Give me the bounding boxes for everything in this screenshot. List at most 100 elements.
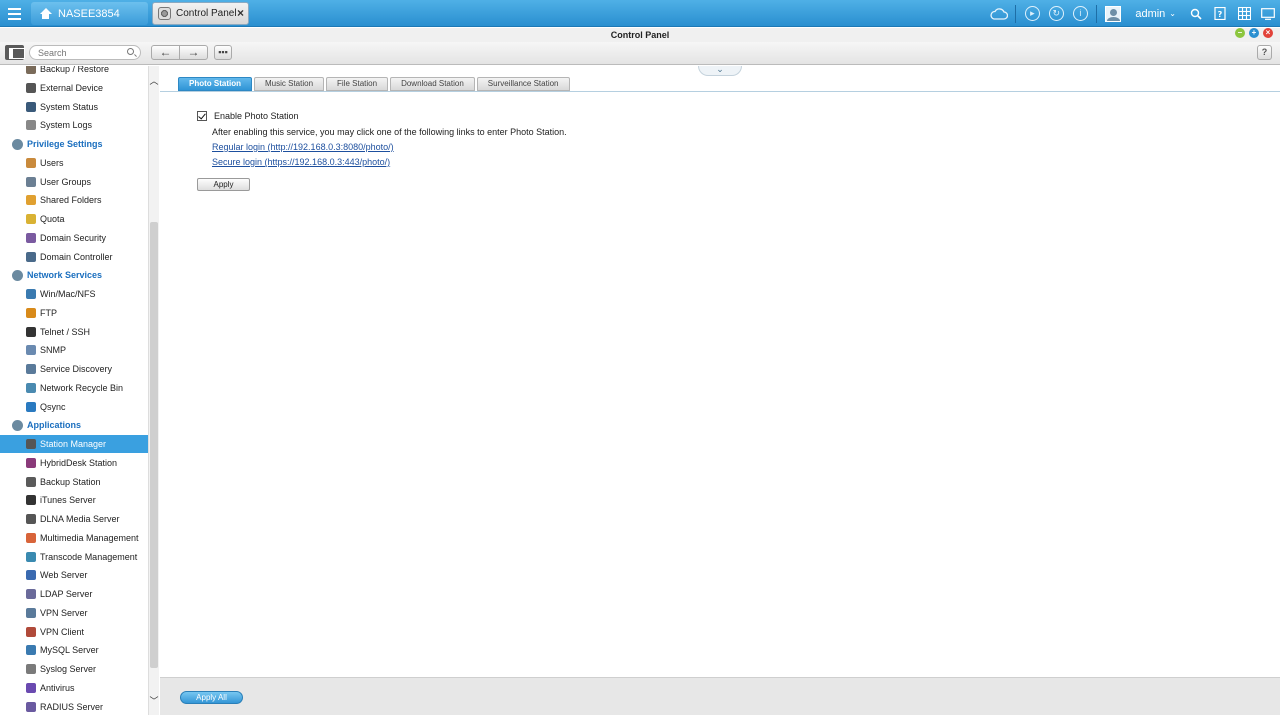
svg-text:?: ? [1218, 10, 1223, 19]
sidebar-item-users[interactable]: Users [0, 154, 148, 172]
sidebar-item-external-device[interactable]: External Device [0, 79, 148, 97]
toolbar: ← → ▪▪▪ ? [0, 42, 1280, 65]
sidebar-item-backup-restore[interactable]: Backup / Restore [0, 66, 148, 78]
sidebar-item-transcode-management[interactable]: Transcode Management [0, 548, 148, 566]
home-tab[interactable]: NASEE3854 [31, 2, 148, 25]
minimize-icon[interactable]: – [1235, 28, 1245, 38]
telnet-ssh-icon [26, 326, 36, 337]
sidebar-item-backup-station[interactable]: Backup Station [0, 473, 148, 491]
sidebar-item-shared-folders[interactable]: Shared Folders [0, 191, 148, 209]
sidebar-item-qsync[interactable]: Qsync [0, 398, 148, 416]
transcode-management-icon [26, 551, 36, 562]
sidebar-item-web-server[interactable]: Web Server [0, 566, 148, 584]
sidebar-category-applications[interactable]: Applications [0, 416, 148, 434]
tab-file-station[interactable]: File Station [326, 77, 389, 91]
scroll-thumb[interactable] [150, 222, 158, 668]
sidebar-item-antivirus[interactable]: Antivirus [0, 679, 148, 697]
enable-photo-station-row: Enable Photo Station [197, 111, 567, 121]
sidebar-item-hybriddesk-station[interactable]: HybridDesk Station [0, 454, 148, 472]
itunes-server-icon [26, 495, 36, 506]
sidebar-category-privilege-settings[interactable]: Privilege Settings [0, 135, 148, 153]
sidebar-item-label: RADIUS Server [40, 701, 104, 712]
sidebar-item-win-mac-nfs[interactable]: Win/Mac/NFS [0, 285, 148, 303]
home-icon [39, 7, 52, 20]
user-name[interactable]: admin [1125, 8, 1169, 20]
refresh-icon[interactable]: ↻ [1044, 0, 1068, 27]
sidebar-item-multimedia-management[interactable]: Multimedia Management [0, 529, 148, 547]
sidebar-item-service-discovery[interactable]: Service Discovery [0, 360, 148, 378]
tab-photo-station[interactable]: Photo Station [178, 77, 252, 91]
sidebar-item-radius-server[interactable]: RADIUS Server [0, 698, 148, 715]
tab-download-station[interactable]: Download Station [390, 77, 475, 91]
search-input[interactable] [29, 45, 141, 60]
apply-button[interactable]: Apply [197, 178, 250, 191]
user-avatar[interactable] [1101, 0, 1125, 27]
scroll-down-icon[interactable]: ﹀ [149, 694, 159, 707]
maximize-icon[interactable]: + [1249, 28, 1259, 38]
qsync-icon [26, 401, 36, 412]
station-manager-icon [26, 439, 36, 449]
web-server-icon [26, 570, 36, 581]
sidebar-item-domain-controller[interactable]: Domain Controller [0, 248, 148, 266]
menu-icon[interactable] [0, 0, 28, 27]
info-icon[interactable]: i [1068, 0, 1092, 27]
avatar-icon [1105, 5, 1122, 22]
grid-icon[interactable] [1232, 0, 1256, 27]
station-tabs: Photo Station Music Station File Station… [178, 77, 570, 91]
search-icon[interactable] [1184, 0, 1208, 27]
back-button[interactable]: ← [151, 45, 180, 60]
sidebar-item-label: iTunes Server [40, 495, 96, 506]
background-task-icon[interactable]: ▸ [1020, 0, 1044, 27]
close-window-icon[interactable]: × [1263, 28, 1273, 38]
sidebar-item-telnet-ssh[interactable]: Telnet / SSH [0, 323, 148, 341]
secure-login-link[interactable]: Secure login (https://192.168.0.3:443/ph… [212, 157, 567, 167]
control-panel-tab[interactable]: Control Panel × [152, 2, 249, 25]
win-mac-nfs-icon [26, 289, 36, 299]
help-icon[interactable]: ? [1208, 0, 1232, 27]
sidebar-item-user-groups[interactable]: User Groups [0, 173, 148, 191]
sidebar-item-syslog-server[interactable]: Syslog Server [0, 660, 148, 678]
shared-folders-icon [26, 195, 36, 206]
sidebar-item-vpn-client[interactable]: VPN Client [0, 623, 148, 641]
top-bar: NASEE3854 Control Panel × ▸ ↻ i admin ⌄ … [0, 0, 1280, 27]
sidebar-item-label: SNMP [40, 345, 67, 356]
sidebar-toggle-icon[interactable] [5, 45, 25, 60]
close-tab-icon[interactable]: × [237, 7, 244, 19]
sidebar-item-quota[interactable]: Quota [0, 210, 148, 228]
cloud-icon[interactable] [987, 0, 1011, 27]
sidebar-scrollbar[interactable]: ︿ ﹀ [148, 66, 159, 715]
sidebar-item-vpn-server[interactable]: VPN Server [0, 604, 148, 622]
search-icon[interactable] [127, 48, 134, 55]
sidebar-item-domain-security[interactable]: Domain Security [0, 229, 148, 247]
vpn-client-icon [26, 626, 36, 637]
sidebar-item-mysql-server[interactable]: MySQL Server [0, 641, 148, 659]
enable-photo-station-label[interactable]: Enable Photo Station [214, 111, 299, 121]
enable-photo-station-checkbox[interactable] [197, 111, 207, 121]
sidebar-item-ldap-server[interactable]: LDAP Server [0, 585, 148, 603]
system-status-icon [26, 101, 36, 112]
dashboard-icon[interactable] [1256, 0, 1280, 27]
sidebar-item-snmp[interactable]: SNMP [0, 341, 148, 359]
sidebar-item-ftp[interactable]: FTP [0, 304, 148, 322]
tab-surveillance-station[interactable]: Surveillance Station [476, 77, 570, 91]
sidebar-category-network-services[interactable]: Network Services [0, 266, 148, 284]
main-panel: ⌄ Photo Station Music Station File Stati… [160, 65, 1280, 677]
regular-login-link[interactable]: Regular login (http://192.168.0.3:8080/p… [212, 142, 567, 152]
chevron-down-icon[interactable]: ⌄ [1169, 9, 1184, 18]
sidebar-item-station-manager[interactable]: Station Manager [0, 435, 148, 453]
help-button[interactable]: ? [1257, 45, 1272, 60]
overview-grid-button[interactable]: ▪▪▪ [214, 45, 232, 60]
sidebar-item-itunes-server[interactable]: iTunes Server [0, 491, 148, 509]
tab-music-station[interactable]: Music Station [254, 77, 325, 91]
sidebar-item-system-logs[interactable]: System Logs [0, 116, 148, 134]
sidebar-item-network-recycle-bin[interactable]: Network Recycle Bin [0, 379, 148, 397]
sidebar-item-system-status[interactable]: System Status [0, 98, 148, 116]
sidebar-item-label: Applications [27, 420, 82, 431]
scroll-up-icon[interactable]: ︿ [149, 74, 159, 87]
sidebar-item-dlna-media-server[interactable]: DLNA Media Server [0, 510, 148, 528]
control-panel-tab-label: Control Panel [176, 8, 237, 19]
forward-button[interactable]: → [179, 45, 208, 60]
sidebar-item-label: Domain Security [40, 232, 107, 243]
apply-all-button[interactable]: Apply All [180, 691, 243, 704]
collapse-chevron-icon[interactable]: ⌄ [698, 65, 742, 76]
